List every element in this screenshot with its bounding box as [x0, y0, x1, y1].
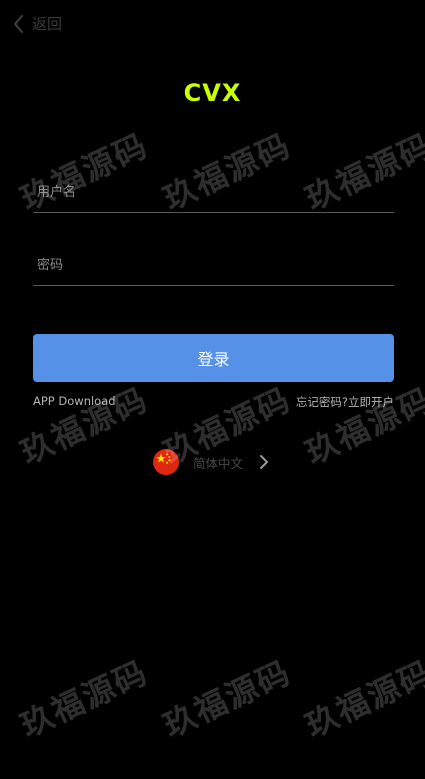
back-label: 返回	[32, 15, 63, 33]
password-input[interactable]	[33, 245, 394, 285]
login-button[interactable]: 登录	[33, 334, 394, 382]
auth-links-row: APP Download 忘记密码? 立即开户	[33, 394, 394, 412]
app-logo: CVX	[183, 79, 242, 107]
account-links: 忘记密码? 立即开户	[296, 394, 394, 410]
chevron-right-icon	[260, 455, 269, 469]
forgot-password-link[interactable]: 忘记密码?	[296, 394, 348, 410]
watermark: 玖福源码	[157, 652, 297, 745]
chevron-left-icon	[13, 14, 24, 34]
back-button[interactable]: 返回	[12, 12, 62, 36]
username-input[interactable]	[33, 172, 394, 212]
watermark: 玖福源码	[14, 652, 154, 745]
language-label: 简体中文	[193, 455, 244, 471]
watermark: 玖福源码	[299, 652, 425, 745]
china-flag-icon	[153, 449, 179, 475]
username-field-wrapper	[33, 172, 394, 213]
password-field-wrapper	[33, 245, 394, 286]
language-selector[interactable]: 简体中文	[153, 449, 269, 475]
watermark: 玖福源码	[299, 379, 425, 472]
app-download-link[interactable]: APP Download	[33, 394, 116, 408]
watermark: 玖福源码	[14, 379, 154, 472]
open-account-link[interactable]: 立即开户	[348, 394, 394, 410]
